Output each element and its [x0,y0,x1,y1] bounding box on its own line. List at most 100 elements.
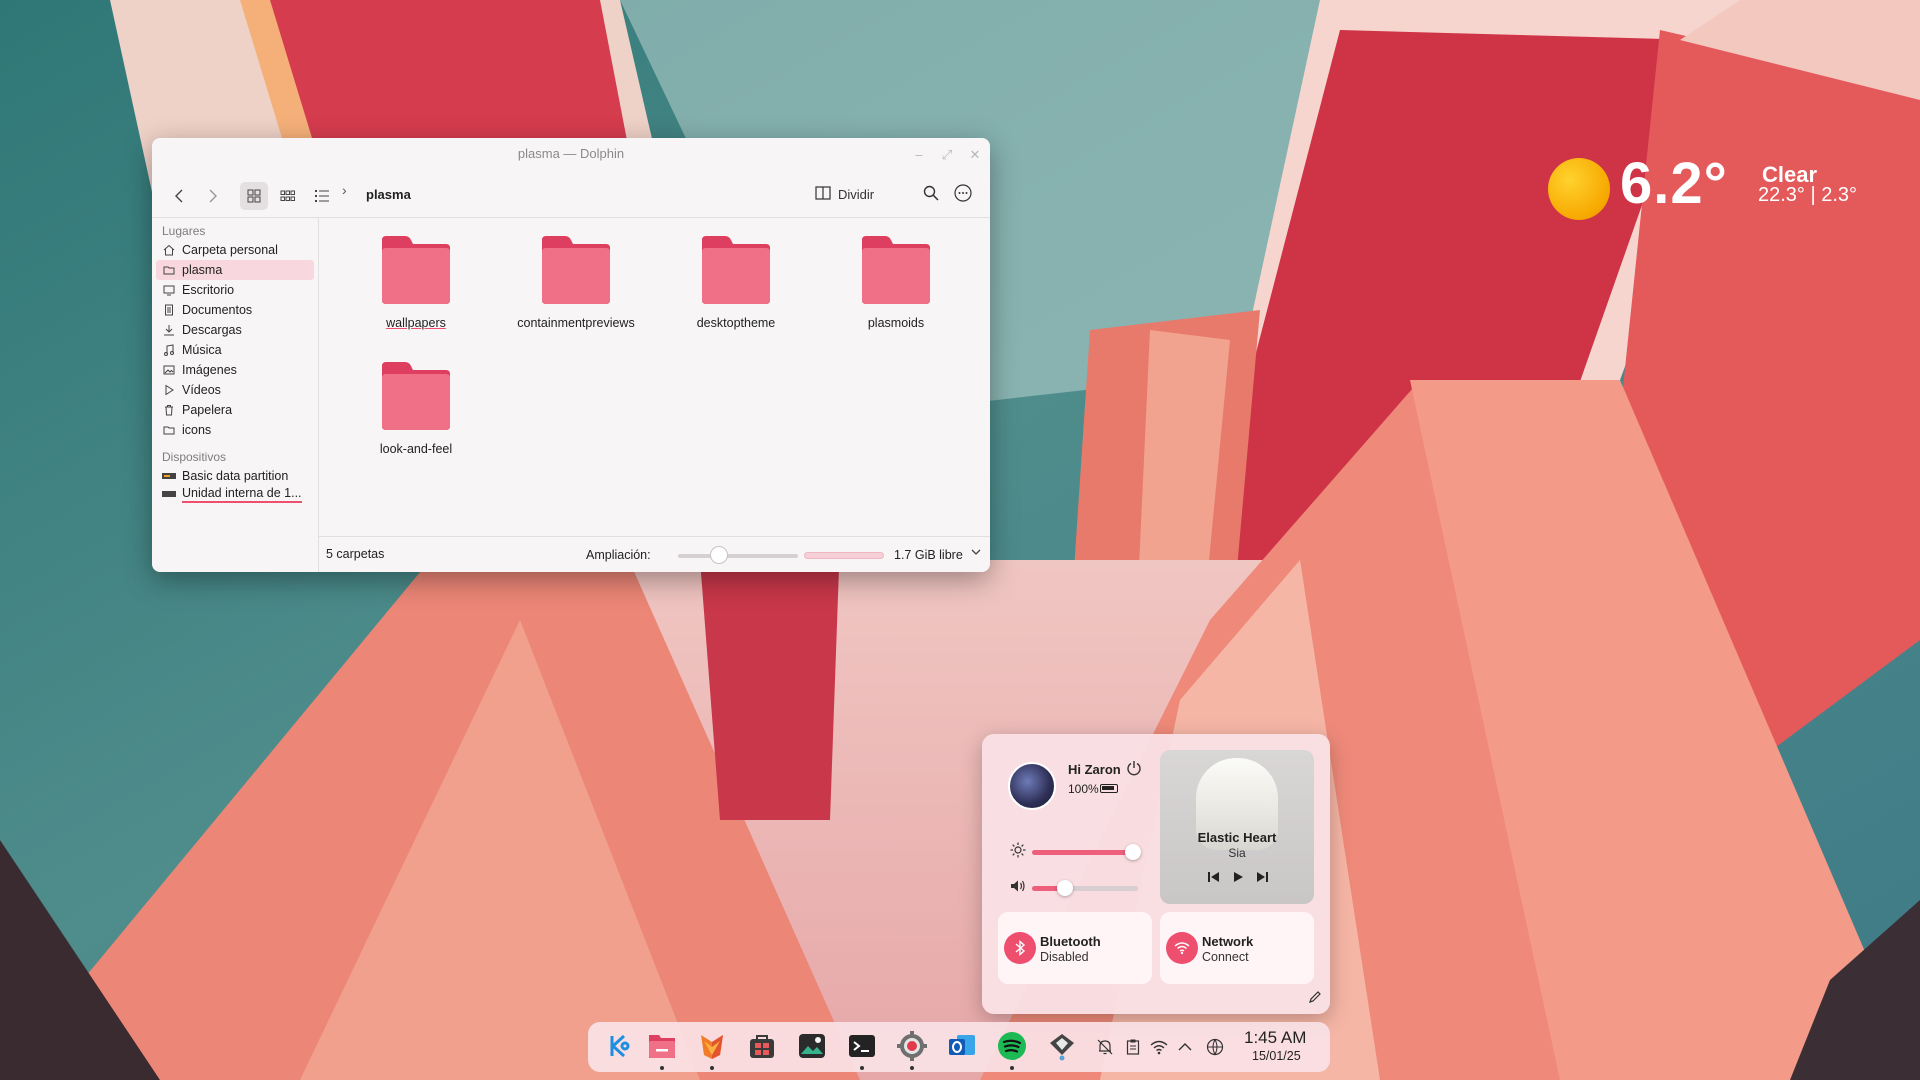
split-button[interactable]: Dividir [838,187,874,202]
sidebar-item-plasma[interactable]: plasma [156,260,314,280]
terminal-icon[interactable] [846,1030,878,1062]
network-tile[interactable]: Network Connect [1160,912,1314,984]
window-titlebar[interactable]: plasma — Dolphin – ⤢ ✕ [152,138,990,172]
wifi-icon[interactable] [1150,1038,1168,1056]
sidebar-item-internal-drive[interactable]: Unidad interna de 1... [156,484,314,504]
folder-name: containmentpreviews [517,316,635,330]
brightness-slider[interactable] [1032,844,1141,860]
places-sidebar: Lugares Carpeta personal plasma Escritor… [152,218,318,572]
outlook-icon[interactable] [946,1030,978,1062]
image-viewer-icon[interactable] [796,1030,828,1062]
folder-icon [862,236,930,304]
battery-icon [1100,784,1118,793]
volume-slider-handle[interactable] [1057,880,1073,896]
icons-view-button[interactable] [240,182,268,210]
folder-item[interactable]: desktoptheme [666,234,806,331]
weather-temperature: 6.2° [1620,151,1728,216]
sidebar-item-label: Papelera [182,403,233,417]
sidebar-item-trash[interactable]: Papelera [156,400,314,420]
sidebar-item-music[interactable]: Música [156,340,314,360]
status-bar: 5 carpetas Ampliación: 1.7 GiB libre [318,536,990,572]
sidebar-item-label: plasma [182,263,223,277]
folder-icon [702,236,770,304]
sidebar-item-label: Basic data partition [182,469,289,483]
discover-icon[interactable] [746,1030,778,1062]
spotify-icon[interactable] [996,1030,1028,1062]
folder-item[interactable]: plasmoids [826,234,966,331]
desktop-icon [162,284,176,296]
play-icon[interactable] [1230,870,1246,884]
search-icon[interactable] [922,184,940,202]
clock-time[interactable]: 1:45 AM [1244,1028,1306,1048]
maximize-button[interactable]: ⤢ [938,146,956,164]
forward-button[interactable] [198,182,226,210]
zoom-slider[interactable] [678,554,798,558]
sidebar-item-videos[interactable]: Vídeos [156,380,314,400]
bluetooth-tile[interactable]: Bluetooth Disabled [998,912,1152,984]
folder-name: plasmoids [867,316,925,330]
back-button[interactable] [166,182,194,210]
folder-item[interactable]: wallpapers [346,234,486,331]
brightness-icon [1010,842,1026,858]
media-title: Elastic Heart [1197,830,1277,845]
chevron-down-icon[interactable] [970,546,982,561]
firefox-icon[interactable] [696,1030,728,1062]
sidebar-item-label: Imágenes [182,363,237,377]
free-space-label[interactable]: 1.7 GiB libre [894,548,963,562]
battery-level: 100% [1068,782,1099,796]
drive-icon [162,471,176,481]
running-indicator [860,1066,864,1070]
sidebar-item-label: Unidad interna de 1... [182,486,302,503]
weather-widget[interactable]: 6.2° Clear 22.3° | 2.3° [1540,150,1900,230]
menu-more-icon[interactable] [954,184,972,202]
devices-header: Dispositivos [162,450,227,464]
avatar[interactable] [1008,762,1056,810]
zoom-slider-handle[interactable] [710,546,728,564]
clock-date[interactable]: 15/01/25 [1252,1049,1301,1063]
dolphin-icon[interactable] [646,1030,678,1062]
minimize-button[interactable]: – [910,146,928,164]
forward-arrow-icon [209,189,217,203]
sidebar-item-home[interactable]: Carpeta personal [156,240,314,260]
breadcrumb[interactable]: plasma [366,187,411,202]
video-icon [162,384,176,396]
sidebar-item-pictures[interactable]: Imágenes [156,360,314,380]
running-indicator [710,1066,714,1070]
kde-launcher-icon[interactable] [602,1030,634,1062]
folder-name: wallpapers [386,316,446,330]
sidebar-item-desktop[interactable]: Escritorio [156,280,314,300]
folder-name: look-and-feel [379,442,453,456]
notifications-icon[interactable] [1096,1038,1114,1056]
expand-icon[interactable] [1176,1038,1194,1056]
places-header: Lugares [162,224,206,238]
sidebar-item-label: Vídeos [182,383,221,397]
network-globe-icon[interactable] [1206,1038,1224,1056]
details-view-button[interactable] [308,182,336,210]
tile-status: Disabled [1040,950,1089,964]
download-icon [162,324,176,336]
next-track-icon[interactable] [1254,870,1270,884]
previous-track-icon[interactable] [1206,870,1222,884]
sidebar-item-icons[interactable]: icons [156,420,314,440]
sidebar-item-basic-data-partition[interactable]: Basic data partition [156,466,314,486]
tile-name: Network [1202,934,1254,949]
sidebar-item-downloads[interactable]: Descargas [156,320,314,340]
power-icon[interactable] [1126,760,1142,776]
kde-connect-icon[interactable] [1046,1030,1078,1062]
folder-icon [162,264,176,276]
sun-icon [1548,158,1610,220]
volume-slider[interactable] [1032,880,1138,896]
running-indicator [910,1066,914,1070]
clipboard-icon[interactable] [1124,1038,1142,1056]
folder-item[interactable]: look-and-feel [346,360,486,457]
edit-pencil-icon[interactable] [1308,990,1322,1004]
sidebar-item-documents[interactable]: Documentos [156,300,314,320]
settings-icon[interactable] [896,1030,928,1062]
zoom-label: Ampliación: [586,548,651,562]
compact-view-button[interactable] [274,182,302,210]
breadcrumb-chevron-icon: › [342,182,347,198]
brightness-slider-handle[interactable] [1125,844,1141,860]
item-count: 5 carpetas [326,547,385,561]
close-button[interactable]: ✕ [966,146,984,164]
folder-item[interactable]: containmentpreviews [506,234,646,331]
